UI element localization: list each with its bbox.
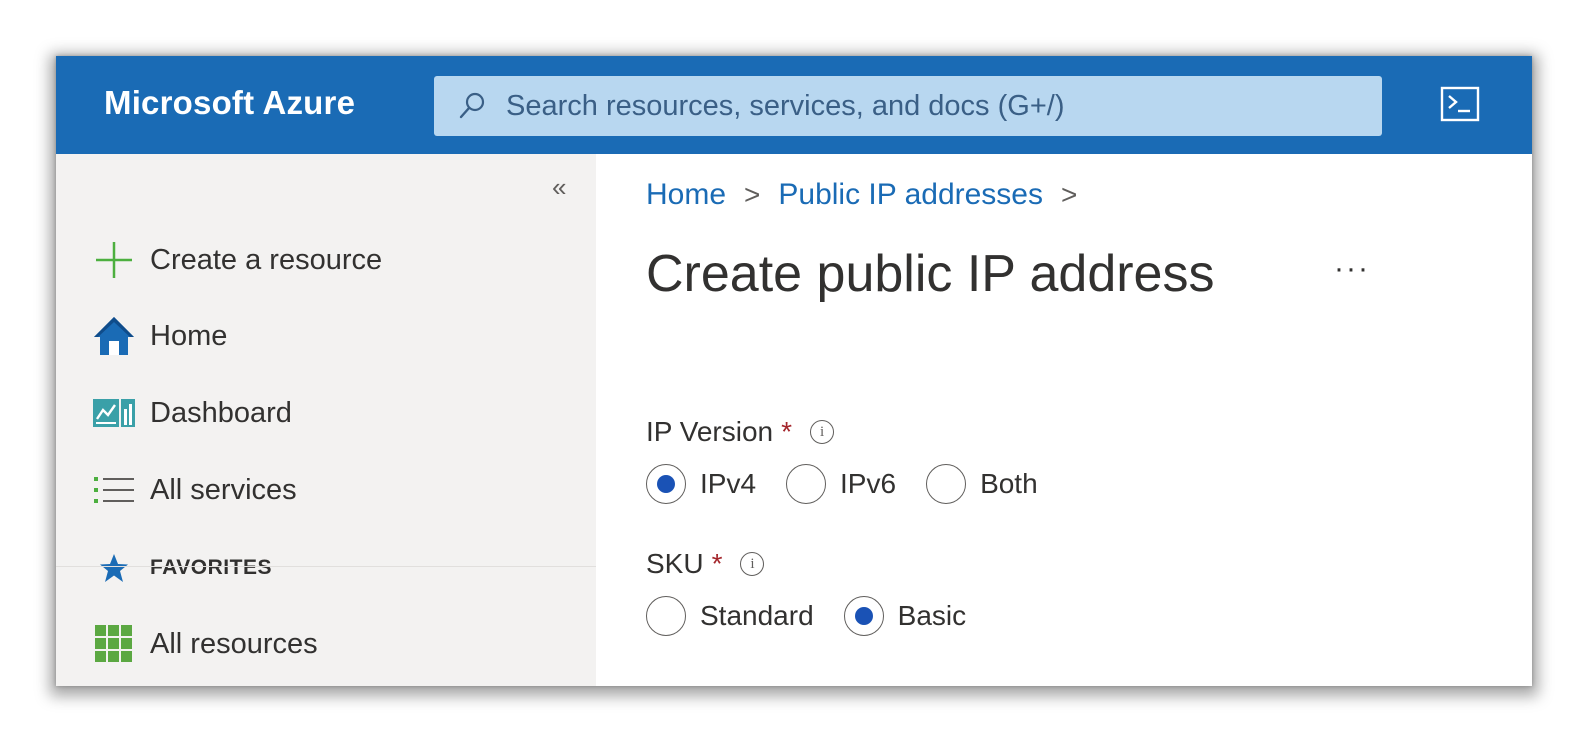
page-title: Create public IP address	[646, 245, 1215, 303]
radio-button[interactable]	[786, 464, 827, 504]
sidebar-item-label: Dashboard	[150, 396, 292, 429]
breadcrumb-home-link[interactable]: Home	[646, 178, 726, 212]
top-bar: Microsoft Azure Search resources, servic…	[56, 56, 1532, 154]
brand-title[interactable]: Microsoft Azure	[104, 84, 355, 122]
sidebar-item-label: Home	[150, 319, 228, 352]
radio-button-checked[interactable]	[843, 596, 884, 636]
radio-basic[interactable]: Basic	[843, 596, 967, 636]
sidebar-item-label: All services	[150, 473, 297, 506]
sidebar-item-all-services[interactable]: All services	[92, 468, 297, 512]
sidebar-item-label: Create a resource	[150, 243, 383, 276]
radio-button[interactable]	[926, 464, 967, 504]
main-content: Home > Public IP addresses > Create publ…	[596, 154, 1532, 686]
breadcrumb: Home > Public IP addresses >	[646, 178, 1095, 212]
ip-version-label-text: IP Version	[646, 416, 774, 447]
info-icon[interactable]: i	[810, 420, 835, 444]
more-options-button[interactable]: ···	[1334, 252, 1370, 286]
dashboard-icon	[92, 391, 136, 435]
sidebar-item-all-resources[interactable]: All resources	[92, 622, 318, 666]
breadcrumb-separator-icon: >	[744, 179, 761, 210]
favorites-divider	[56, 566, 596, 567]
plus-icon	[92, 238, 136, 282]
ip-version-radio-group: IPv4 IPv6 Both	[646, 464, 1068, 504]
star-icon	[92, 546, 136, 590]
sidebar-item-create-a-resource[interactable]: Create a resource	[92, 238, 382, 282]
search-input-placeholder[interactable]: Search resources, services, and docs (G+…	[506, 90, 1064, 123]
left-sidebar: « Create a resource Home Dashboard All s…	[56, 154, 596, 686]
radio-ipv6[interactable]: IPv6	[786, 464, 896, 504]
radio-label: Basic	[897, 600, 967, 631]
list-icon	[92, 468, 136, 512]
collapse-sidebar-button[interactable]: «	[552, 172, 566, 203]
breadcrumb-separator-icon: >	[1061, 179, 1078, 210]
sidebar-item-home[interactable]: Home	[92, 314, 227, 358]
radio-button-checked[interactable]	[646, 464, 686, 504]
radio-standard[interactable]: Standard	[646, 596, 814, 636]
cloud-shell-button[interactable]	[1440, 86, 1480, 122]
radio-button[interactable]	[646, 596, 686, 636]
search-icon	[456, 90, 488, 122]
azure-portal-window: Microsoft Azure Search resources, servic…	[56, 56, 1532, 686]
radio-label: Both	[980, 468, 1038, 499]
sidebar-item-label: All resources	[150, 627, 318, 660]
breadcrumb-public-ip-addresses-link[interactable]: Public IP addresses	[778, 178, 1043, 212]
sku-label: SKU * i	[646, 548, 765, 580]
sku-label-text: SKU	[646, 548, 704, 579]
info-icon[interactable]: i	[740, 552, 765, 576]
sidebar-item-dashboard[interactable]: Dashboard	[92, 391, 292, 435]
radio-both[interactable]: Both	[926, 464, 1038, 504]
cloud-shell-icon	[1440, 86, 1480, 126]
radio-label: IPv4	[700, 468, 757, 499]
radio-label: Standard	[700, 600, 814, 631]
ip-version-label: IP Version * i	[646, 416, 835, 448]
radio-ipv4[interactable]: IPv4	[646, 464, 756, 504]
favorites-header: FAVORITES	[92, 546, 272, 590]
sku-radio-group: Standard Basic	[646, 596, 996, 636]
grid-icon	[92, 622, 136, 666]
favorites-label: FAVORITES	[150, 556, 272, 579]
required-marker: *	[781, 416, 793, 447]
home-icon	[92, 314, 136, 358]
required-marker: *	[711, 548, 723, 579]
global-search-box[interactable]: Search resources, services, and docs (G+…	[434, 76, 1382, 136]
radio-label: IPv6	[840, 468, 897, 499]
